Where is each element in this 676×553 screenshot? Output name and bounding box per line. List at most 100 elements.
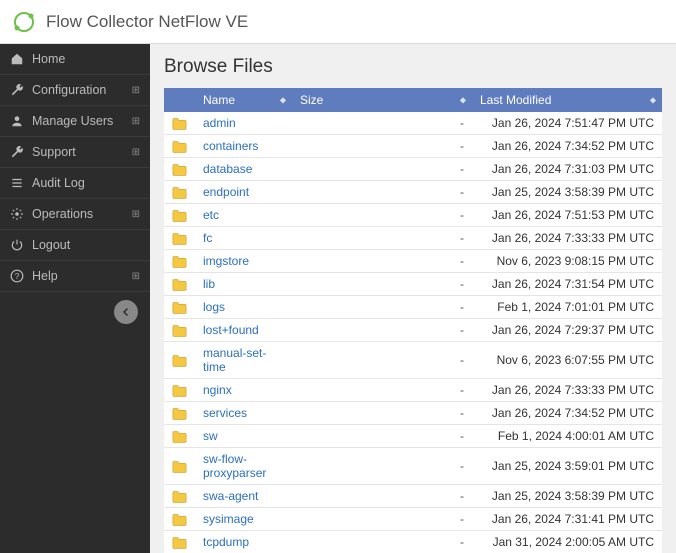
file-link[interactable]: manual-set-time <box>203 346 266 374</box>
file-name-cell: sw-flow-proxyparser <box>195 448 292 485</box>
file-size-cell: - <box>292 342 472 379</box>
file-size-cell: - <box>292 425 472 448</box>
file-date-cell: Jan 26, 2024 7:34:52 PM UTC <box>472 135 662 158</box>
col-size[interactable]: Size <box>292 88 472 112</box>
folder-icon <box>164 342 195 379</box>
table-row: swa-agent-Jan 25, 2024 3:58:39 PM UTC <box>164 485 662 508</box>
folder-icon <box>164 531 195 553</box>
file-date-cell: Jan 26, 2024 7:31:54 PM UTC <box>472 273 662 296</box>
sidebar-item-help[interactable]: ? Help⊞ <box>0 261 150 292</box>
power-icon <box>10 238 24 252</box>
folder-icon <box>164 402 195 425</box>
file-size-cell: - <box>292 531 472 553</box>
folder-icon <box>164 319 195 342</box>
sidebar-item-logout[interactable]: Logout <box>0 230 150 261</box>
file-link[interactable]: lost+found <box>203 323 259 337</box>
table-row: endpoint -Jan 25, 2024 3:58:39 PM UTC <box>164 181 662 204</box>
table-row: logs-Feb 1, 2024 7:01:01 PM UTC <box>164 296 662 319</box>
file-date-cell: Jan 26, 2024 7:29:37 PM UTC <box>472 319 662 342</box>
table-row: lost+found-Jan 26, 2024 7:29:37 PM UTC <box>164 319 662 342</box>
table-header-row: Name Size Last Modified <box>164 88 662 112</box>
file-link[interactable]: containers <box>203 139 258 153</box>
col-modified[interactable]: Last Modified <box>472 88 662 112</box>
file-size-cell: - <box>292 135 472 158</box>
file-name-cell: logs <box>195 296 292 319</box>
file-name-cell: database <box>195 158 292 181</box>
file-name-cell: nginx <box>195 379 292 402</box>
sidebar-item-manage-users[interactable]: Manage Users⊞ <box>0 106 150 137</box>
expand-icon: ⊞ <box>132 116 140 127</box>
file-link[interactable]: etc <box>203 208 219 222</box>
file-link[interactable]: lib <box>203 277 215 291</box>
file-link[interactable]: sw-flow-proxyparser <box>203 452 266 480</box>
file-size-cell: - <box>292 402 472 425</box>
user-icon <box>10 114 24 128</box>
file-name-cell: sw <box>195 425 292 448</box>
sidebar-item-label: Home <box>32 52 140 66</box>
file-name-cell: swa-agent <box>195 485 292 508</box>
sidebar-item-audit-log[interactable]: Audit Log <box>0 168 150 199</box>
file-link[interactable]: admin <box>203 116 236 130</box>
file-link[interactable]: fc <box>203 231 212 245</box>
file-link[interactable]: imgstore <box>203 254 249 268</box>
file-date-cell: Jan 25, 2024 3:58:39 PM UTC <box>472 181 662 204</box>
file-link[interactable]: services <box>203 406 247 420</box>
file-date-cell: Jan 31, 2024 2:00:05 AM UTC <box>472 531 662 553</box>
file-link[interactable]: logs <box>203 300 225 314</box>
file-name-cell: lost+found <box>195 319 292 342</box>
file-name-cell: admin <box>195 112 292 135</box>
expand-icon: ⊞ <box>132 209 140 220</box>
file-link[interactable]: sysimage <box>203 512 254 526</box>
sidebar-item-operations[interactable]: Operations⊞ <box>0 199 150 230</box>
file-date-cell: Feb 1, 2024 7:01:01 PM UTC <box>472 296 662 319</box>
col-icon <box>164 88 195 112</box>
file-link[interactable]: nginx <box>203 383 232 397</box>
table-row: services -Jan 26, 2024 7:34:52 PM UTC <box>164 402 662 425</box>
file-size-cell: - <box>292 158 472 181</box>
file-date-cell: Jan 26, 2024 7:34:52 PM UTC <box>472 402 662 425</box>
file-name-cell: manual-set-time <box>195 342 292 379</box>
sidebar-item-support[interactable]: Support⊞ <box>0 137 150 168</box>
file-link[interactable]: endpoint <box>203 185 249 199</box>
file-name-cell: services <box>195 402 292 425</box>
file-name-cell: sysimage <box>195 508 292 531</box>
folder-icon <box>164 227 195 250</box>
file-size-cell: - <box>292 181 472 204</box>
page-title: Browse Files <box>164 56 662 78</box>
file-link[interactable]: sw <box>203 429 218 443</box>
table-row: nginx-Jan 26, 2024 7:33:33 PM UTC <box>164 379 662 402</box>
file-date-cell: Jan 25, 2024 3:58:39 PM UTC <box>472 485 662 508</box>
file-date-cell: Jan 26, 2024 7:31:41 PM UTC <box>472 508 662 531</box>
expand-icon: ⊞ <box>132 85 140 96</box>
expand-icon: ⊞ <box>132 271 140 282</box>
app-header: Flow Collector NetFlow VE <box>0 0 676 44</box>
file-date-cell: Jan 26, 2024 7:33:33 PM UTC <box>472 227 662 250</box>
folder-icon <box>164 135 195 158</box>
col-name[interactable]: Name <box>195 88 292 112</box>
main-content: Browse Files Name Size Last Modified adm… <box>150 44 676 553</box>
folder-icon <box>164 250 195 273</box>
file-date-cell: Feb 1, 2024 4:00:01 AM UTC <box>472 425 662 448</box>
table-row: sysimage-Jan 26, 2024 7:31:41 PM UTC <box>164 508 662 531</box>
back-button[interactable] <box>114 300 138 324</box>
svg-text:?: ? <box>15 272 20 281</box>
sidebar-item-label: Help <box>32 269 132 283</box>
table-row: lib-Jan 26, 2024 7:31:54 PM UTC <box>164 273 662 296</box>
folder-icon <box>164 204 195 227</box>
file-date-cell: Jan 26, 2024 7:51:47 PM UTC <box>472 112 662 135</box>
folder-icon <box>164 448 195 485</box>
sidebar-item-home[interactable]: Home <box>0 44 150 75</box>
expand-icon: ⊞ <box>132 147 140 158</box>
folder-icon <box>164 296 195 319</box>
folder-icon <box>164 273 195 296</box>
file-name-cell: containers <box>195 135 292 158</box>
file-link[interactable]: database <box>203 162 252 176</box>
file-link[interactable]: tcpdump <box>203 535 249 549</box>
table-row: etc-Jan 26, 2024 7:51:53 PM UTC <box>164 204 662 227</box>
sidebar-item-configuration[interactable]: Configuration⊞ <box>0 75 150 106</box>
app-title: Flow Collector NetFlow VE <box>46 12 248 32</box>
file-date-cell: Jan 26, 2024 7:51:53 PM UTC <box>472 204 662 227</box>
folder-icon <box>164 181 195 204</box>
file-link[interactable]: swa-agent <box>203 489 258 503</box>
file-date-cell: Jan 26, 2024 7:33:33 PM UTC <box>472 379 662 402</box>
